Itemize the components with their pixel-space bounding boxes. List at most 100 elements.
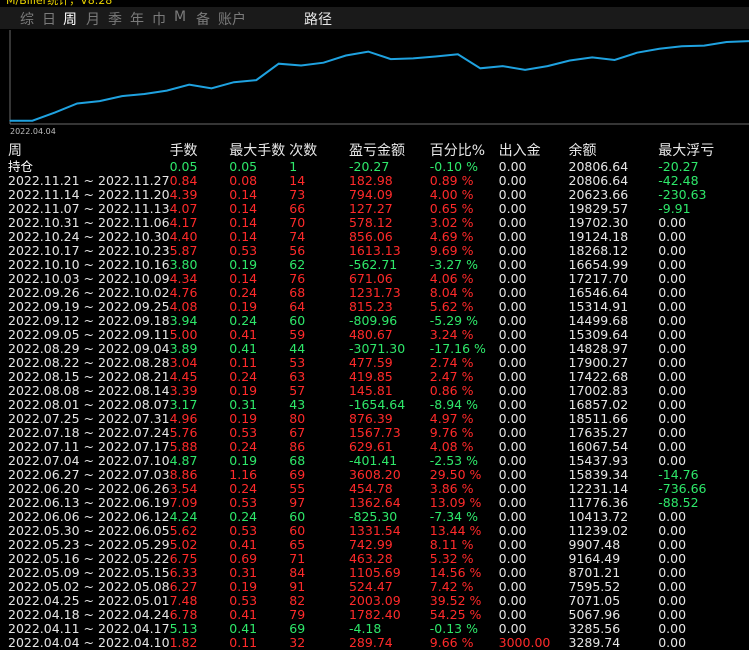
column-header[interactable]: 手数 — [170, 142, 230, 160]
balance-point — [546, 65, 549, 67]
lots: 3.94 — [169, 313, 198, 328]
tab-8[interactable]: 备 — [196, 9, 210, 29]
pnl-amount: 1105.69 — [348, 565, 401, 580]
pnl-percent: -8.94 % — [429, 397, 478, 412]
max-lots: 0.24 — [229, 439, 258, 454]
max-floating-loss: -736.66 — [658, 481, 707, 496]
column-header[interactable]: 周 — [8, 142, 170, 160]
table-row[interactable]: 2022.11.14 ~ 2022.11.20 4.39 0.14 73 794.09 4… — [8, 188, 749, 202]
tab-2[interactable]: 周 — [63, 9, 77, 29]
balance: 17900.27 — [568, 355, 629, 370]
max-lots: 0.31 — [229, 565, 258, 580]
max-floating-loss: 0.00 — [658, 579, 687, 594]
table-row[interactable]: 2022.09.26 ~ 2022.10.02 4.76 0.24 68 1231.73… — [8, 286, 749, 300]
table-row[interactable]: 2022.10.17 ~ 2022.10.23 5.87 0.53 56 1613.13… — [8, 244, 749, 258]
table-row[interactable]: 2022.06.27 ~ 2022.07.03 8.86 1.16 69 3608.20… — [8, 468, 749, 482]
table-row[interactable]: 2022.10.31 ~ 2022.11.06 4.17 0.14 70 578.12 3… — [8, 216, 749, 230]
pnl-percent: 9.69 % — [429, 243, 474, 258]
pnl-percent: 3.86 % — [429, 481, 474, 496]
max-lots: 0.08 — [229, 173, 258, 188]
deposit-withdrawal: 0.00 — [498, 537, 527, 552]
max-lots: 0.11 — [229, 635, 258, 650]
table-row[interactable]: 2022.07.11 ~ 2022.07.17 5.88 0.24 86 629.61 4… — [8, 440, 749, 454]
column-header[interactable]: 最大手数 — [229, 142, 289, 160]
column-header[interactable]: 余额 — [569, 142, 659, 160]
pnl-percent: 2.74 % — [429, 355, 474, 370]
table-row[interactable]: 2022.04.11 ~ 2022.04.17 5.13 0.41 69 -4.18 -0… — [8, 622, 749, 636]
balance-point — [121, 95, 123, 97]
table-row[interactable]: 2022.04.25 ~ 2022.05.01 7.48 0.53 82 2003.09… — [8, 594, 749, 608]
column-header[interactable]: 最大浮亏 — [658, 142, 749, 160]
table-row[interactable]: 2022.09.05 ~ 2022.09.11 5.00 0.41 59 480.67 3… — [8, 328, 749, 342]
balance: 16857.02 — [568, 397, 629, 412]
deposit-withdrawal: 0.00 — [498, 453, 527, 468]
table-row[interactable]: 2022.07.18 ~ 2022.07.24 5.76 0.53 67 1567.73… — [8, 426, 749, 440]
table-row[interactable]: 2022.06.13 ~ 2022.06.19 7.09 0.53 97 1362.64… — [8, 496, 749, 510]
holding-max-lots: 0.05 — [229, 159, 258, 174]
table-row[interactable]: 2022.09.12 ~ 2022.09.18 3.94 0.24 60 -809.96… — [8, 314, 749, 328]
table-row[interactable]: 2022.07.25 ~ 2022.07.31 4.96 0.19 80 876.39 4… — [8, 412, 749, 426]
column-header[interactable]: 次数 — [289, 142, 349, 160]
pnl-amount: 524.47 — [348, 579, 393, 594]
pnl-percent: 4.00 % — [429, 187, 474, 202]
table-row[interactable]: 2022.05.30 ~ 2022.06.05 5.62 0.53 60 1331.54… — [8, 524, 749, 538]
table-row[interactable]: 2022.04.04 ~ 2022.04.10 1.82 0.11 32 289.74 9… — [8, 636, 749, 650]
balance: 19124.18 — [568, 229, 629, 244]
lots: 5.00 — [169, 327, 198, 342]
tab-4[interactable]: 季 — [108, 9, 122, 29]
table-row[interactable]: 2022.08.29 ~ 2022.09.04 3.89 0.41 44 -3071.3… — [8, 342, 749, 356]
holding-row[interactable]: 持仓 0.05 0.05 1 -20.27 -0.10 % 0.00 20806.64 -20.… — [8, 160, 749, 174]
max-lots: 0.19 — [229, 411, 258, 426]
week-range: 2022.11.07 ~ 2022.11.13 — [8, 201, 170, 216]
column-header[interactable]: 盈亏金额 — [349, 142, 430, 160]
column-header[interactable]: 百分比% — [430, 142, 499, 160]
path-button[interactable]: 路径 — [304, 9, 332, 29]
pnl-percent: -5.29 % — [429, 313, 478, 328]
deposit-withdrawal: 0.00 — [498, 187, 527, 202]
table-row[interactable]: 2022.11.07 ~ 2022.11.13 4.07 0.14 66 127.27 0… — [8, 202, 749, 216]
table-row[interactable]: 2022.10.10 ~ 2022.10.16 3.80 0.19 62 -562.71… — [8, 258, 749, 272]
table-row[interactable]: 2022.05.23 ~ 2022.05.29 5.02 0.41 65 742.99 8… — [8, 538, 749, 552]
table-row[interactable]: 2022.04.18 ~ 2022.04.24 6.78 0.41 79 1782.40… — [8, 608, 749, 622]
pnl-percent: 9.76 % — [429, 425, 474, 440]
week-range: 2022.10.03 ~ 2022.10.09 — [8, 271, 170, 286]
pnl-percent: 2.47 % — [429, 369, 474, 384]
tab-0[interactable]: 综 — [20, 9, 34, 29]
lots: 5.02 — [169, 537, 198, 552]
lots: 6.75 — [169, 551, 198, 566]
table-row[interactable]: 2022.09.19 ~ 2022.09.25 4.08 0.19 64 815.23 5… — [8, 300, 749, 314]
holding-count: 1 — [289, 159, 298, 174]
max-floating-loss: 0.00 — [658, 243, 687, 258]
table-row[interactable]: 2022.08.22 ~ 2022.08.28 3.04 0.11 53 477.59 2… — [8, 356, 749, 370]
max-lots: 0.14 — [229, 201, 258, 216]
week-range: 2022.06.13 ~ 2022.06.19 — [8, 495, 170, 510]
balance: 3289.74 — [568, 635, 621, 650]
table-row[interactable]: 2022.10.03 ~ 2022.10.09 4.34 0.14 76 671.06 4… — [8, 272, 749, 286]
table-row[interactable]: 2022.06.06 ~ 2022.06.12 4.24 0.24 60 -825.30… — [8, 510, 749, 524]
pnl-percent: 0.89 % — [429, 173, 474, 188]
trade-count: 97 — [289, 495, 306, 510]
tab-9[interactable]: 账户 — [218, 9, 246, 29]
table-row[interactable]: 2022.10.24 ~ 2022.10.30 4.40 0.14 74 856.06 4… — [8, 230, 749, 244]
table-row[interactable]: 2022.06.20 ~ 2022.06.26 3.54 0.24 55 454.78 3… — [8, 482, 749, 496]
tab-6[interactable]: 巾 — [152, 9, 166, 29]
trade-count: 32 — [289, 635, 306, 650]
table-row[interactable]: 2022.08.15 ~ 2022.08.21 4.45 0.24 63 419.85 2… — [8, 370, 749, 384]
pnl-amount: 1331.54 — [348, 523, 401, 538]
table-row[interactable]: 2022.11.21 ~ 2022.11.27 0.84 0.08 14 182.98 0… — [8, 174, 749, 188]
table-row[interactable]: 2022.07.04 ~ 2022.07.10 4.87 0.19 68 -401.41… — [8, 454, 749, 468]
tab-5[interactable]: 年 — [130, 9, 144, 29]
table-row[interactable]: 2022.05.09 ~ 2022.05.15 6.33 0.31 84 1105.69… — [8, 566, 749, 580]
table-row[interactable]: 2022.08.01 ~ 2022.08.07 3.17 0.31 43 -1654.6… — [8, 398, 749, 412]
table-row[interactable]: 2022.05.16 ~ 2022.05.22 6.75 0.69 71 463.28 5… — [8, 552, 749, 566]
tab-7[interactable]: M — [174, 9, 186, 25]
balance-point — [143, 93, 145, 95]
column-header[interactable]: 出入金 — [499, 142, 569, 160]
max-floating-loss: 0.00 — [658, 523, 687, 538]
pnl-amount: 477.59 — [348, 355, 393, 370]
tab-1[interactable]: 日 — [42, 9, 56, 29]
lots: 3.80 — [169, 257, 198, 272]
tab-3[interactable]: 月 — [86, 9, 100, 29]
table-row[interactable]: 2022.08.08 ~ 2022.08.14 3.39 0.19 57 145.81 0… — [8, 384, 749, 398]
table-row[interactable]: 2022.05.02 ~ 2022.05.08 6.27 0.19 91 524.47 7… — [8, 580, 749, 594]
